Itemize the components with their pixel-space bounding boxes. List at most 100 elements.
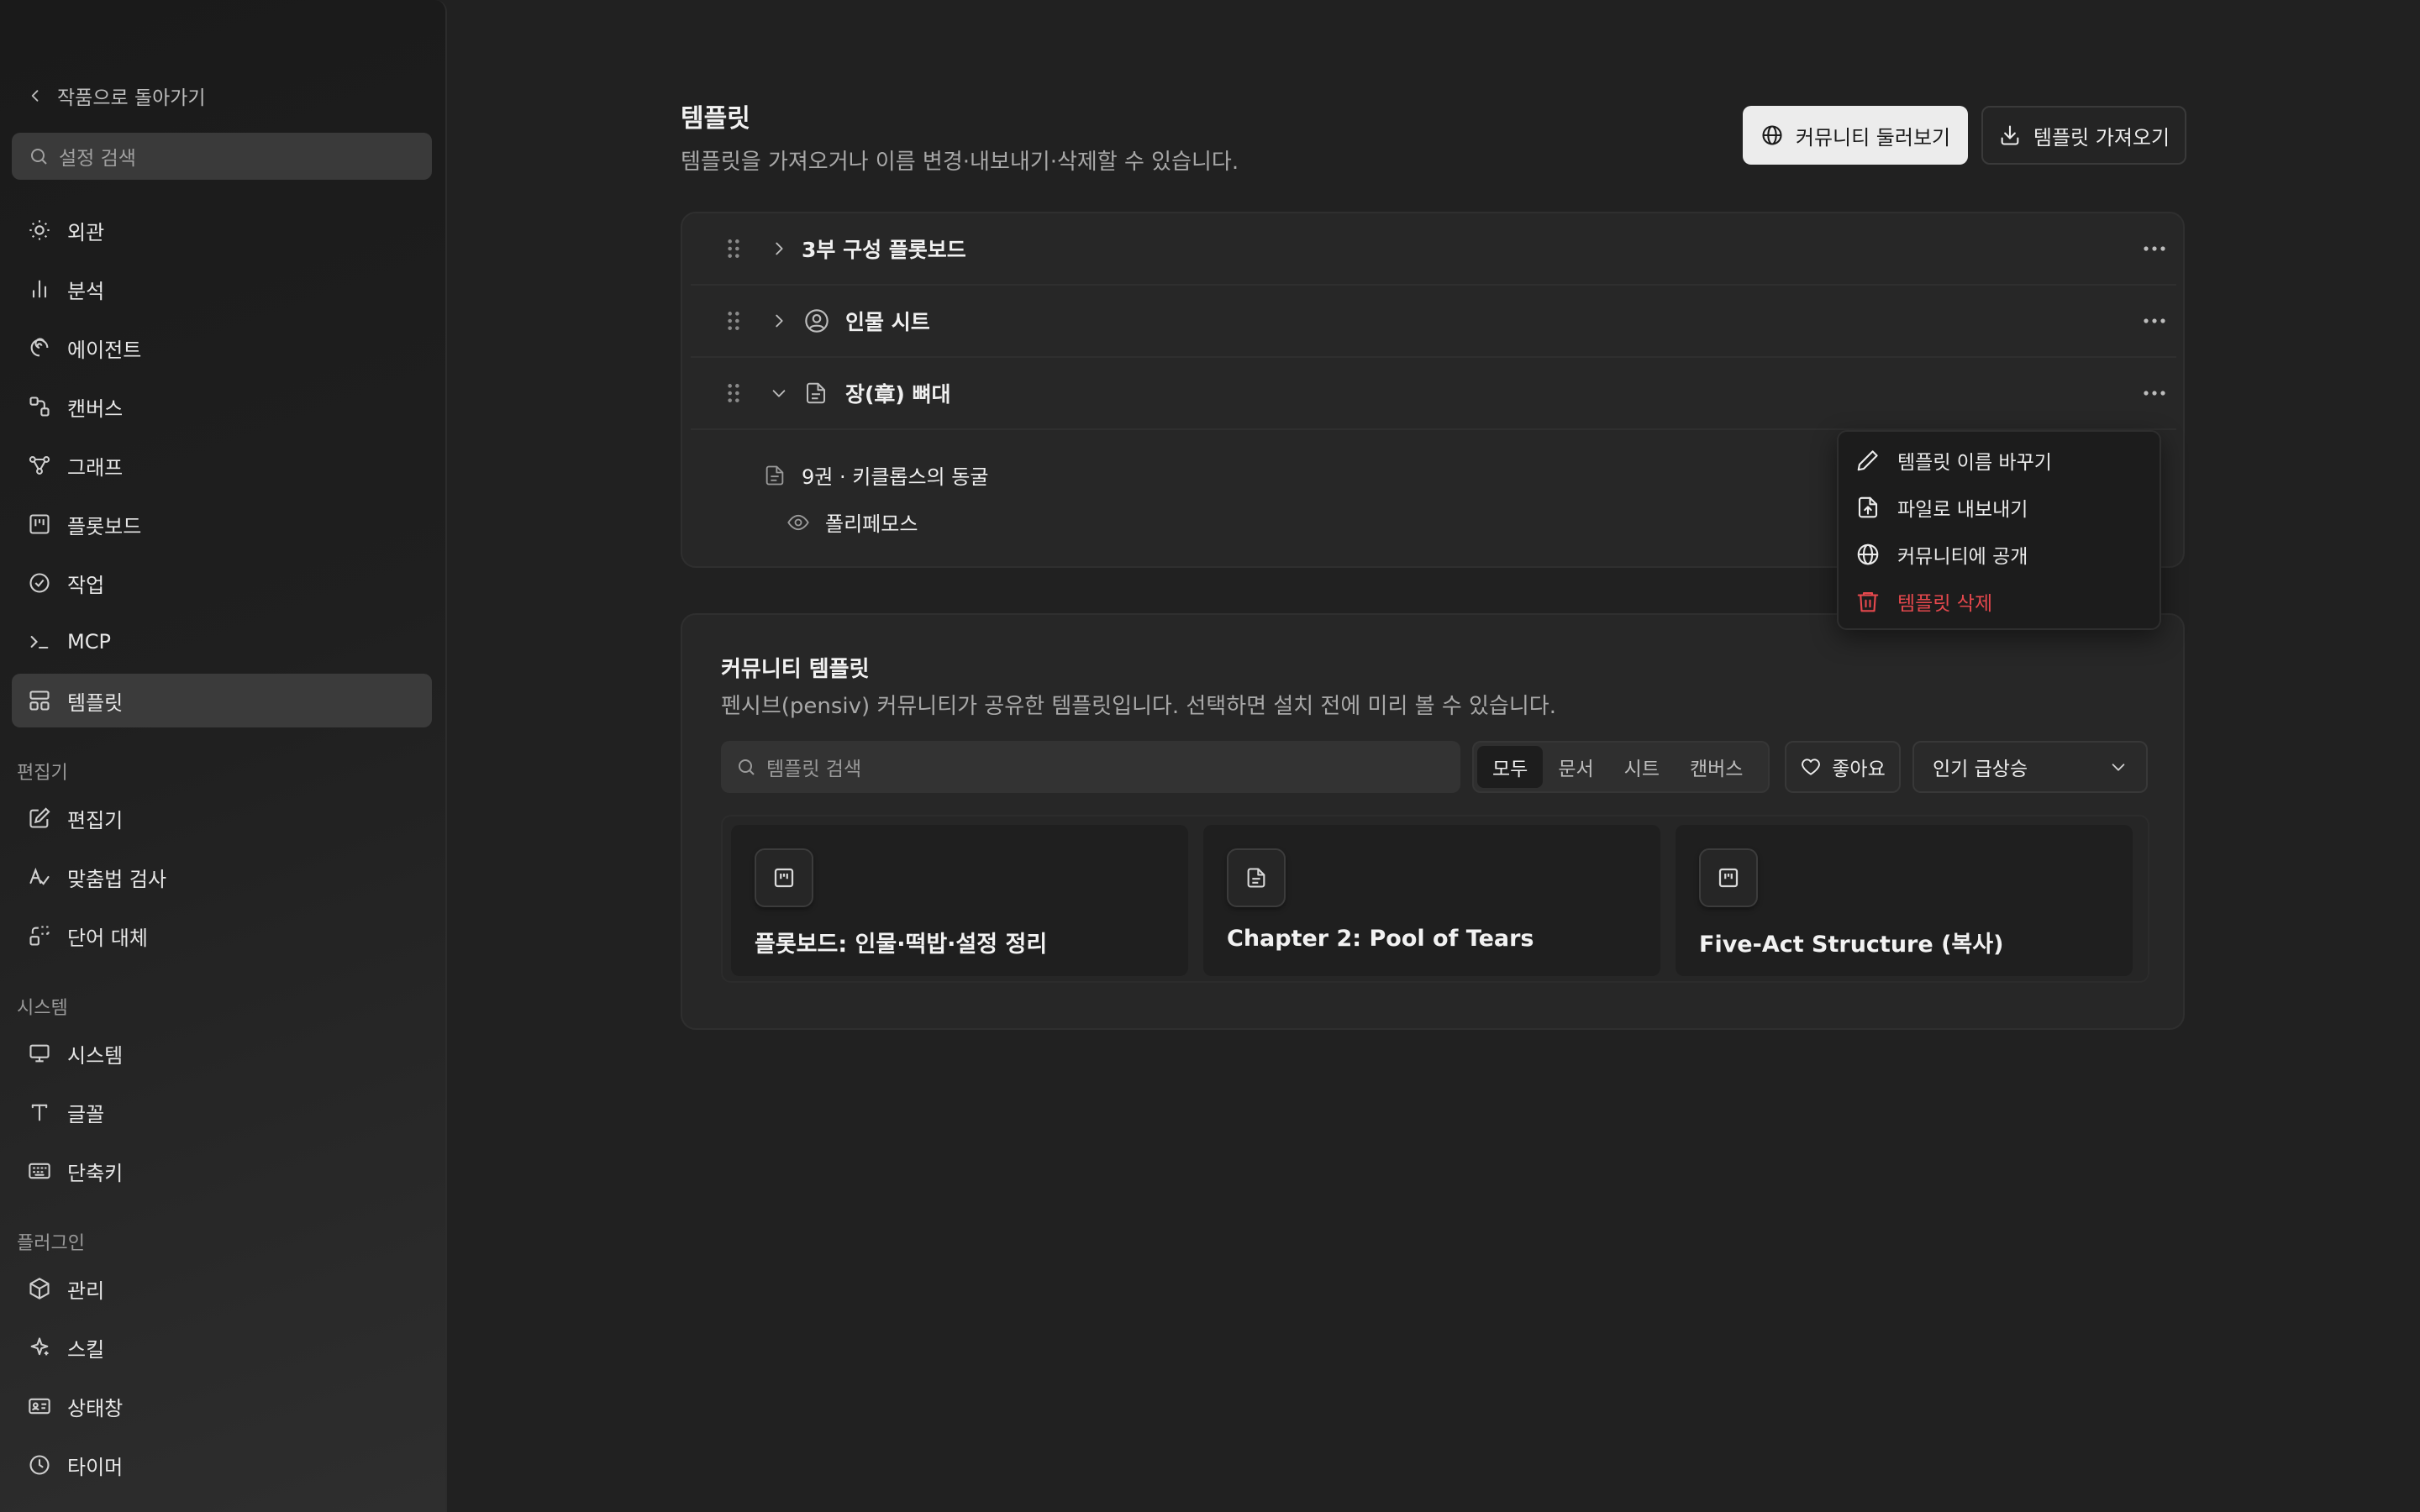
search-icon bbox=[736, 757, 756, 777]
board-icon bbox=[27, 512, 52, 537]
sidebar-item-analytics[interactable]: 분석 bbox=[12, 262, 432, 316]
template-child-item[interactable]: 9권 · 키클롭스의 동굴 bbox=[763, 460, 988, 490]
sidebar-item-label: 그래프 bbox=[67, 455, 124, 480]
sort-label: 인기 급상승 bbox=[1933, 759, 2028, 780]
sidebar-item-label: 플롯보드 bbox=[67, 514, 142, 538]
template-row[interactable]: 장(章) 뼈대 bbox=[691, 358, 2176, 430]
sidebar-item-appearance[interactable]: 외관 bbox=[12, 203, 432, 257]
sort-select[interactable]: 인기 급상승 bbox=[1912, 741, 2148, 793]
sidebar-item-label: 분석 bbox=[67, 279, 105, 303]
chevron-right-icon[interactable] bbox=[770, 312, 788, 330]
globe-icon bbox=[1760, 123, 1784, 147]
sidebar-item-label: 편집기 bbox=[67, 808, 124, 832]
delete-template-menu-item[interactable]: 템플릿 삭제 bbox=[1855, 585, 1992, 618]
chevron-down-icon[interactable] bbox=[770, 384, 788, 402]
sparkle-icon bbox=[27, 1335, 52, 1360]
heart-icon bbox=[1800, 756, 1822, 778]
template-row[interactable]: 인물 시트 bbox=[691, 286, 2176, 358]
chevron-right-icon[interactable] bbox=[770, 239, 788, 258]
sidebar-item-timer[interactable]: 타이머 bbox=[12, 1438, 432, 1492]
check-circle-icon bbox=[27, 570, 52, 596]
more-options-icon[interactable] bbox=[2143, 318, 2166, 324]
rename-template-menu-item[interactable]: 템플릿 이름 바꾸기 bbox=[1855, 444, 2052, 477]
drag-handle-icon[interactable] bbox=[726, 382, 741, 404]
sidebar-item-label: 상태창 bbox=[67, 1396, 124, 1420]
browse-community-label: 커뮤니티 둘러보기 bbox=[1795, 125, 1951, 150]
community-search-input[interactable]: 템플릿 검색 bbox=[721, 741, 1460, 793]
section-label-editor: 편집기 bbox=[17, 763, 68, 784]
community-templates-section: 커뮤니티 템플릿 펜시브(pensiv) 커뮤니티가 공유한 템플릿입니다. 선… bbox=[681, 613, 2185, 1030]
filter-sheets[interactable]: 시트 bbox=[1609, 746, 1675, 788]
monitor-icon bbox=[27, 1041, 52, 1066]
more-options-icon[interactable] bbox=[2143, 390, 2166, 396]
filter-canvas[interactable]: 캔버스 bbox=[1675, 746, 1758, 788]
export-file-menu-item[interactable]: 파일로 내보내기 bbox=[1855, 491, 2028, 524]
sidebar-item-templates[interactable]: 템플릿 bbox=[12, 674, 432, 727]
sidebar-item-skills[interactable]: 스킬 bbox=[12, 1320, 432, 1374]
download-icon bbox=[1998, 123, 2022, 147]
sidebar-item-label: 단축키 bbox=[67, 1161, 124, 1185]
document-icon bbox=[803, 381, 829, 406]
sidebar-item-label: 템플릿 bbox=[67, 690, 124, 715]
search-icon bbox=[29, 146, 49, 166]
template-child-item[interactable]: 폴리페모스 bbox=[786, 507, 918, 537]
settings-search-input[interactable]: 설정 검색 bbox=[12, 133, 432, 180]
sidebar-item-editor[interactable]: 편집기 bbox=[12, 791, 432, 845]
file-export-icon bbox=[1855, 495, 1881, 520]
sidebar-item-plotboard[interactable]: 플롯보드 bbox=[12, 497, 432, 551]
community-description: 펜시브(pensiv) 커뮤니티가 공유한 템플릿입니다. 선택하면 설치 전에… bbox=[721, 694, 1556, 719]
sidebar-item-canvas[interactable]: 캔버스 bbox=[12, 380, 432, 433]
template-icon bbox=[27, 688, 52, 713]
more-options-icon[interactable] bbox=[2143, 245, 2166, 252]
back-to-works-link[interactable]: 작품으로 돌아가기 bbox=[27, 81, 206, 111]
community-search-placeholder: 템플릿 검색 bbox=[766, 759, 862, 780]
globe-icon bbox=[1855, 542, 1881, 567]
community-template-card[interactable]: 플롯보드: 인물·떡밥·설정 정리 bbox=[731, 825, 1188, 976]
canvas-icon bbox=[27, 394, 52, 419]
import-template-button[interactable]: 템플릿 가져오기 bbox=[1981, 106, 2186, 165]
community-template-grid: 플롯보드: 인물·떡밥·설정 정리 Chapter 2: Pool of Tea… bbox=[721, 815, 2149, 983]
category-filter: 모두 문서 시트 캔버스 bbox=[1472, 741, 1770, 793]
template-row[interactable]: 3부 구성 플롯보드 bbox=[691, 213, 2176, 286]
export-label: 파일로 내보내기 bbox=[1897, 499, 2028, 521]
id-card-icon bbox=[27, 1394, 52, 1419]
community-template-name: Five-Act Structure (복사) bbox=[1699, 932, 2004, 958]
sidebar-item-label: 관리 bbox=[67, 1278, 105, 1303]
community-template-card[interactable]: Chapter 2: Pool of Tears bbox=[1203, 825, 1660, 976]
document-icon bbox=[763, 464, 786, 487]
sidebar-item-fonts[interactable]: 글꼴 bbox=[12, 1085, 432, 1139]
template-context-menu: 템플릿 이름 바꾸기 파일로 내보내기 커뮤니티에 공개 템플릿 삭제 bbox=[1837, 430, 2161, 630]
sidebar-item-system[interactable]: 시스템 bbox=[12, 1026, 432, 1080]
import-template-label: 템플릿 가져오기 bbox=[2033, 125, 2170, 150]
graph-icon bbox=[27, 453, 52, 478]
filter-documents[interactable]: 문서 bbox=[1543, 746, 1608, 788]
drag-handle-icon[interactable] bbox=[726, 238, 741, 260]
sidebar-item-word-replace[interactable]: 단어 대체 bbox=[12, 909, 432, 963]
template-name: 인물 시트 bbox=[845, 310, 930, 334]
settings-sidebar: 작품으로 돌아가기 설정 검색 외관 분석 에이전트 캔버스 그래프 플롯보드 … bbox=[0, 0, 447, 1512]
bar-chart-icon bbox=[27, 276, 52, 302]
eye-icon bbox=[786, 511, 810, 534]
sidebar-item-label: 맞춤법 검사 bbox=[67, 867, 167, 891]
sidebar-item-manage[interactable]: 관리 bbox=[12, 1262, 432, 1315]
sidebar-item-shortcuts[interactable]: 단축키 bbox=[12, 1144, 432, 1198]
sidebar-item-agent[interactable]: 에이전트 bbox=[12, 321, 432, 375]
sidebar-item-status-bar[interactable]: 상태창 bbox=[12, 1379, 432, 1433]
community-template-card[interactable]: Five-Act Structure (복사) bbox=[1676, 825, 2133, 976]
like-filter-button[interactable]: 좋아요 bbox=[1785, 741, 1901, 793]
sidebar-item-graph[interactable]: 그래프 bbox=[12, 438, 432, 492]
settings-search-placeholder: 설정 검색 bbox=[59, 148, 136, 170]
sidebar-item-spellcheck[interactable]: 맞춤법 검사 bbox=[12, 850, 432, 904]
board-icon bbox=[1699, 848, 1758, 907]
template-name: 3부 구성 플롯보드 bbox=[802, 238, 966, 262]
publish-community-menu-item[interactable]: 커뮤니티에 공개 bbox=[1855, 538, 2028, 571]
drag-handle-icon[interactable] bbox=[726, 310, 741, 332]
back-link-label: 작품으로 돌아가기 bbox=[57, 87, 206, 109]
sidebar-item-tasks[interactable]: 작업 bbox=[12, 556, 432, 610]
chevron-left-icon bbox=[27, 87, 44, 104]
edit-icon bbox=[27, 806, 52, 831]
sidebar-item-mcp[interactable]: MCP bbox=[12, 615, 432, 669]
section-label-plugins: 플러그인 bbox=[17, 1233, 85, 1254]
browse-community-button[interactable]: 커뮤니티 둘러보기 bbox=[1743, 106, 1968, 165]
filter-all[interactable]: 모두 bbox=[1477, 746, 1544, 788]
